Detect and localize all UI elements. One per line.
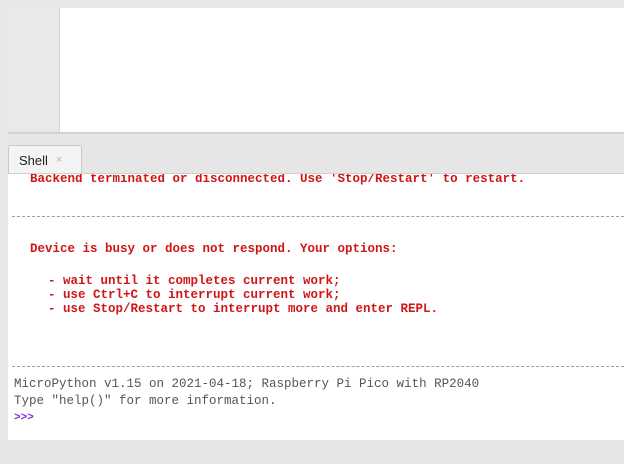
shell-error-line: - wait until it completes current work; xyxy=(48,274,341,288)
editor-text-area[interactable] xyxy=(60,8,624,132)
shell-separator xyxy=(12,216,624,217)
shell-error-line: Device is busy or does not respond. Your… xyxy=(30,242,398,256)
code-editor[interactable] xyxy=(8,8,624,133)
status-bar xyxy=(0,440,624,464)
shell-info-line: Type "help()" for more information. xyxy=(14,394,277,408)
shell-error-line: - use Ctrl+C to interrupt current work; xyxy=(48,288,341,302)
tab-shell-label: Shell xyxy=(19,152,48,168)
tab-shell[interactable]: Shell × xyxy=(8,145,82,174)
shell-error-line: - use Stop/Restart to interrupt more and… xyxy=(48,302,439,316)
shell-console[interactable]: Backend terminated or disconnected. Use … xyxy=(8,173,624,440)
shell-tab-bar: Shell × xyxy=(8,133,624,174)
repl-prompt[interactable]: >>> xyxy=(14,412,34,424)
close-icon[interactable]: × xyxy=(56,154,62,166)
shell-info-line: MicroPython v1.15 on 2021-04-18; Raspber… xyxy=(14,377,480,391)
shell-separator xyxy=(12,366,624,367)
shell-error-line: Backend terminated or disconnected. Use … xyxy=(30,173,526,186)
line-number-gutter xyxy=(8,8,60,132)
